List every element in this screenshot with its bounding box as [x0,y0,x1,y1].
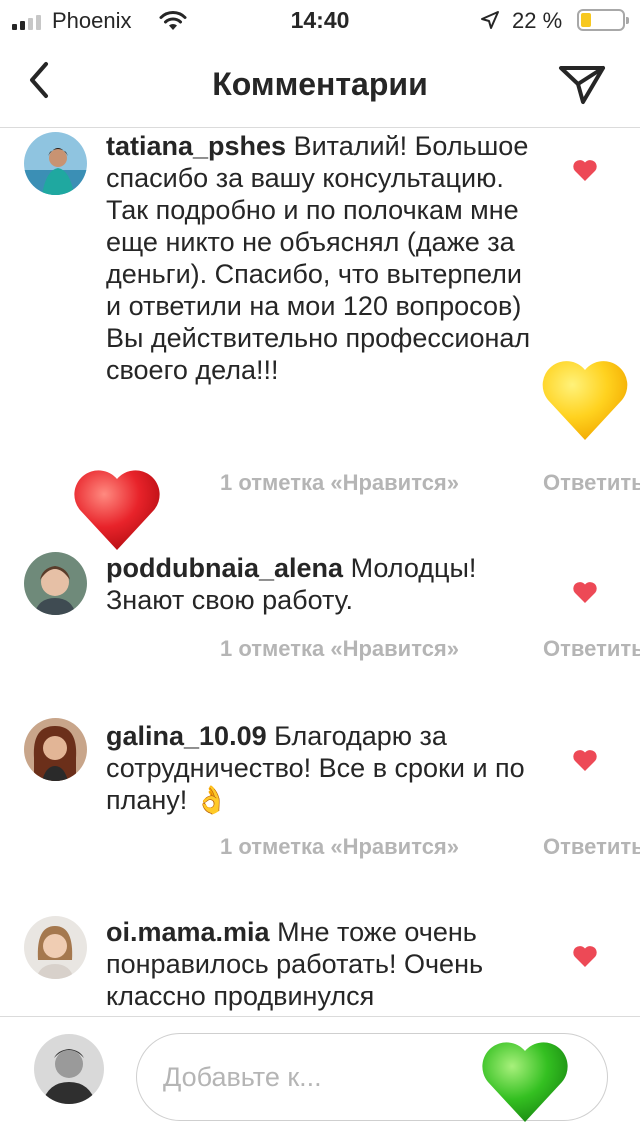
comment-text: galina_10.09 Благодарю за сотрудничество… [106,720,536,816]
status-bar: Phoenix 14:40 22 % [0,0,640,40]
comments-list[interactable]: tatiana_pshes Виталий! Большое спасибо з… [0,128,640,1016]
comment-username[interactable]: tatiana_pshes [106,131,286,161]
comment-username[interactable]: poddubnaia_alena [106,553,343,583]
share-button[interactable] [556,60,608,108]
comment-username[interactable]: galina_10.09 [106,721,267,751]
red-heart-icon [74,470,160,550]
current-user-avatar [34,1034,104,1104]
battery-icon [577,9,629,31]
comment-likes-count[interactable]: 1 отметка «Нравится» [220,470,459,496]
comment-item: galina_10.09 Благодарю за сотрудничество… [0,716,640,876]
avatar[interactable] [24,916,87,979]
location-arrow-icon [481,11,499,29]
comment-item: oi.mama.mia Мне тоже очень понравилось р… [0,914,640,1016]
battery-percentage: 22 % [512,8,563,33]
comment-body: Виталий! Большое спасибо за вашу консуль… [106,131,531,385]
comment-text: tatiana_pshes Виталий! Большое спасибо з… [106,130,536,386]
heart-icon[interactable] [572,158,598,182]
avatar[interactable] [24,132,87,195]
avatar[interactable] [24,552,87,615]
reply-button[interactable]: Ответить [543,834,640,860]
heart-icon[interactable] [572,748,598,772]
comment-item: poddubnaia_alena Молодцы! Знают свою раб… [0,548,640,678]
page-title: Комментарии [212,66,428,102]
comment-text: poddubnaia_alena Молодцы! Знают свою раб… [106,552,536,616]
green-heart-icon [482,1042,568,1122]
reply-button[interactable]: Ответить [543,636,640,662]
heart-icon[interactable] [572,580,598,604]
avatar[interactable] [24,718,87,781]
comment-item: tatiana_pshes Виталий! Большое спасибо з… [0,128,640,508]
paper-plane-icon [559,66,605,104]
heart-icon[interactable] [572,944,598,968]
comment-text: oi.mama.mia Мне тоже очень понравилось р… [106,916,536,1012]
comment-likes-count[interactable]: 1 отметка «Нравится» [220,834,459,860]
reply-button[interactable]: Ответить [543,470,640,496]
yellow-heart-icon [542,361,628,440]
comment-likes-count[interactable]: 1 отметка «Нравится» [220,636,459,662]
comment-username[interactable]: oi.mama.mia [106,917,270,947]
navigation-bar: Комментарии [0,40,640,128]
